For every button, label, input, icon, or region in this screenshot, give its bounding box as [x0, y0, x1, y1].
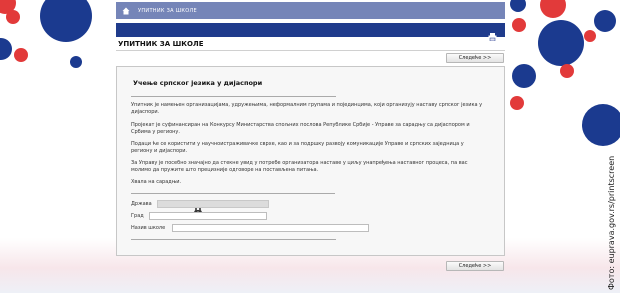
- decor-circle: [512, 18, 526, 32]
- country-select[interactable]: [157, 200, 269, 214]
- decor-circle: [560, 64, 574, 78]
- next-button-bottom[interactable]: Следеће >>: [446, 261, 504, 271]
- intro-paragraph: Хвала на сарадњи.: [131, 179, 182, 185]
- country-label: Држава: [131, 201, 152, 207]
- decor-circle: [584, 30, 596, 42]
- intro-paragraph: Упитник је намењен организацијама, удруж…: [131, 102, 483, 115]
- page-title: УПИТНИК ЗА ШКОЛЕ: [116, 40, 505, 51]
- decor-circle: [70, 56, 82, 68]
- survey-intro-card: Учење српског језика у дијаспори Упитник…: [116, 66, 505, 256]
- decor-circle: [14, 48, 28, 62]
- decor-circle: [510, 96, 524, 110]
- divider: [131, 239, 336, 240]
- decor-circle: [40, 0, 92, 42]
- intro-paragraph: За Управу је посебно значајно да стекне …: [131, 160, 468, 173]
- card-title: Учење српског језика у дијаспори: [133, 79, 263, 87]
- next-button[interactable]: Следеће >>: [446, 53, 504, 63]
- intro-paragraph: Пројекат је суфинансиран на Конкурсу Мин…: [131, 122, 470, 135]
- intro-paragraph: Подаци ће се користити у научноистражива…: [131, 141, 464, 154]
- decor-circle: [6, 10, 20, 24]
- decor-circle: [594, 10, 616, 32]
- header-band: [116, 23, 505, 42]
- topbar-title: УПИТНИК ЗА ШКОЛЕ: [138, 7, 198, 14]
- decor-circle: [510, 0, 526, 12]
- photo-credit: Фото: eupravа.gov.rs/printscreen: [607, 155, 616, 290]
- print-icon[interactable]: [488, 26, 497, 42]
- divider: [131, 96, 336, 97]
- decor-circle: [540, 0, 566, 18]
- school-name-input[interactable]: [172, 224, 369, 232]
- decor-circle: [512, 64, 536, 88]
- survey-app: УПИТНИК ЗА ШКОЛЕ УПИТНИК ЗА ШКОЛЕ Следећ…: [116, 2, 505, 292]
- top-nav-bar: УПИТНИК ЗА ШКОЛЕ: [116, 2, 505, 19]
- home-icon[interactable]: [122, 7, 130, 15]
- school-name-label: Назив школе: [131, 225, 166, 231]
- city-label: Град: [131, 213, 144, 219]
- divider: [131, 193, 335, 194]
- binoculars-icon[interactable]: [194, 200, 202, 214]
- decor-circle: [538, 20, 584, 66]
- decor-circle: [0, 38, 12, 60]
- city-input[interactable]: [149, 212, 267, 220]
